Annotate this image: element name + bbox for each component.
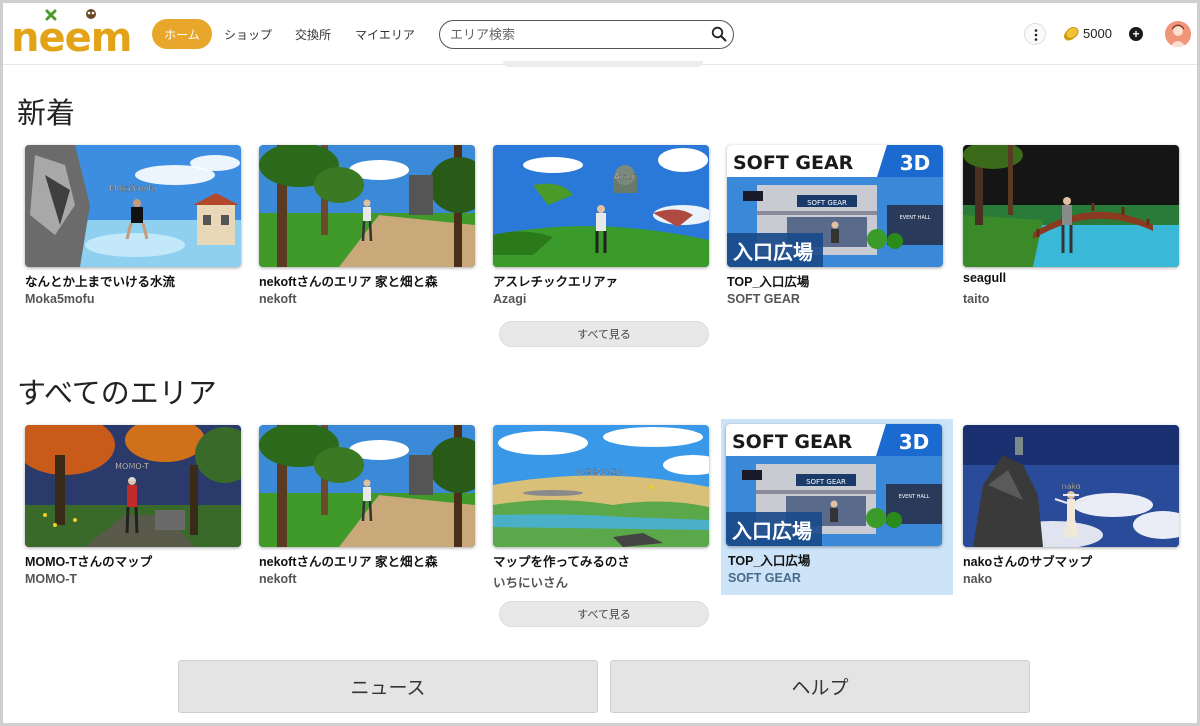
area-author[interactable]: MOMO-T: [25, 572, 77, 586]
area-thumbnail-image: SOFT GEAR 3D SOFT GEAR EVENT HALL 入口広場: [727, 145, 943, 267]
area-thumbnail[interactable]: [259, 145, 475, 267]
avatar-nameplate: nako: [1061, 482, 1080, 491]
area-card[interactable]: MOMO-T MOMO-Tさんのマップ MOMO-T: [23, 425, 243, 595]
thumbnail-banner-text: SOFT GEAR: [807, 199, 847, 207]
area-thumbnail-image: [259, 145, 475, 267]
avatar-nameplate: Azagi: [614, 172, 636, 181]
area-card[interactable]: nekoftさんのエリア 家と畑と森 nekoft: [257, 425, 477, 595]
area-title[interactable]: seagull: [963, 271, 1181, 285]
area-author[interactable]: SOFT GEAR: [728, 571, 801, 585]
area-card[interactable]: SOFT GEAR 3D SOFT GEAR EVENT HALL 入口広場 T…: [725, 145, 945, 315]
thumbnail-banner-text: EVENT HALL: [900, 215, 931, 221]
coin-balance: 5000: [1083, 26, 1112, 41]
app-window: neem ホーム ショップ 交換所 マイエリア 5000 +: [0, 0, 1200, 726]
area-card[interactable]: Azagi アスレチックエリアァ Azagi: [491, 145, 711, 315]
area-thumbnail[interactable]: nako: [963, 425, 1179, 547]
user-avatar[interactable]: [1165, 21, 1191, 47]
area-author[interactable]: いちにいさん: [493, 572, 568, 591]
area-author[interactable]: taito: [963, 292, 989, 306]
thumbnail-banner-text: 入口広場: [732, 519, 812, 543]
area-thumbnail[interactable]: [259, 425, 475, 547]
see-all-new-button[interactable]: すべて見る: [499, 321, 709, 347]
more-menu-icon[interactable]: [1024, 23, 1046, 45]
logo-text: neem: [11, 15, 132, 61]
area-title[interactable]: なんとか上までいける水流: [25, 271, 243, 290]
area-thumbnail[interactable]: [963, 145, 1179, 267]
area-author[interactable]: nekoft: [259, 572, 297, 586]
area-thumbnail-image: MOMO-T: [25, 425, 241, 547]
thumbnail-banner-text: 入口広場: [733, 240, 813, 264]
area-title[interactable]: TOP_入口広場: [727, 271, 945, 290]
area-thumbnail-image: nako: [963, 425, 1179, 547]
thumbnail-banner-text: SOFT GEAR: [732, 431, 853, 453]
area-thumbnail-image: いちにいさん: [493, 425, 709, 547]
area-thumbnail[interactable]: SOFT GEAR 3D SOFT GEAR EVENT HALL 入口広場: [727, 145, 943, 267]
thumbnail-banner-text: SOFT GEAR: [806, 478, 846, 486]
area-author[interactable]: Azagi: [493, 292, 526, 306]
nav-shop[interactable]: ショップ: [217, 19, 279, 49]
nav-my-area[interactable]: マイエリア: [349, 19, 421, 49]
area-thumbnail-image: Moka5mofu: [25, 145, 241, 267]
section-title-new: 新着: [17, 96, 76, 130]
section-title-all-areas: すべてのエリア: [17, 376, 217, 410]
area-author[interactable]: Moka5mofu: [25, 292, 94, 306]
area-title[interactable]: nakoさんのサブマップ: [963, 551, 1181, 570]
avatar-nameplate: いちにいさん: [577, 468, 625, 477]
area-title[interactable]: マップを作ってみるのさ: [493, 551, 711, 570]
area-card[interactable]: SOFT GEAR 3D SOFT GEAR EVENT HALL 入口広場 T…: [721, 419, 953, 595]
area-thumbnail[interactable]: Moka5mofu: [25, 145, 241, 267]
area-title[interactable]: nekoftさんのエリア 家と畑と森: [259, 551, 477, 570]
coin-icon: [1063, 27, 1079, 41]
top-navbar: neem ホーム ショップ 交換所 マイエリア 5000 +: [3, 3, 1197, 65]
area-thumbnail[interactable]: MOMO-T: [25, 425, 241, 547]
thumbnail-banner-text: 3D: [899, 430, 930, 454]
area-title[interactable]: TOP_入口広場: [728, 550, 946, 569]
area-card[interactable]: いちにいさん マップを作ってみるのさ いちにいさん: [491, 425, 711, 595]
area-card[interactable]: nekoftさんのエリア 家と畑と森 nekoft: [257, 145, 477, 315]
area-thumbnail-image: [963, 145, 1179, 267]
area-thumbnail[interactable]: SOFT GEAR 3D SOFT GEAR EVENT HALL 入口広場: [726, 424, 942, 546]
search-icon[interactable]: [711, 26, 727, 42]
area-thumbnail-image: [259, 425, 475, 547]
avatar-nameplate: MOMO-T: [115, 462, 149, 471]
area-thumbnail[interactable]: いちにいさん: [493, 425, 709, 547]
area-author[interactable]: nako: [963, 572, 992, 586]
scroll-remnant: [503, 61, 703, 67]
area-card[interactable]: nako nakoさんのサブマップ nako: [961, 425, 1181, 595]
nav-home[interactable]: ホーム: [152, 19, 212, 49]
area-title[interactable]: nekoftさんのエリア 家と畑と森: [259, 271, 477, 290]
thumbnail-banner-text: EVENT HALL: [899, 494, 930, 500]
nav-exchange[interactable]: 交換所: [287, 19, 339, 49]
avatar-nameplate: Moka5mofu: [110, 184, 157, 193]
area-author[interactable]: SOFT GEAR: [727, 292, 800, 306]
help-button[interactable]: ヘルプ: [610, 660, 1030, 713]
area-search: [439, 20, 734, 49]
add-coins-icon[interactable]: +: [1129, 27, 1143, 41]
area-thumbnail-image: Azagi: [493, 145, 709, 267]
thumbnail-banner-text: SOFT GEAR: [733, 152, 854, 174]
area-card[interactable]: Moka5mofu なんとか上までいける水流 Moka5mofu: [23, 145, 243, 315]
news-button[interactable]: ニュース: [178, 660, 598, 713]
thumbnail-banner-text: 3D: [900, 151, 931, 175]
area-thumbnail[interactable]: Azagi: [493, 145, 709, 267]
area-card[interactable]: seagull taito: [961, 145, 1181, 315]
neem-logo[interactable]: neem: [9, 5, 147, 61]
see-all-areas-button[interactable]: すべて見る: [499, 601, 709, 627]
area-author[interactable]: nekoft: [259, 292, 297, 306]
search-input[interactable]: [450, 25, 705, 44]
area-title[interactable]: MOMO-Tさんのマップ: [25, 551, 243, 570]
area-thumbnail-image: SOFT GEAR 3D SOFT GEAR EVENT HALL 入口広場: [726, 424, 942, 546]
area-title[interactable]: アスレチックエリアァ: [493, 271, 711, 290]
